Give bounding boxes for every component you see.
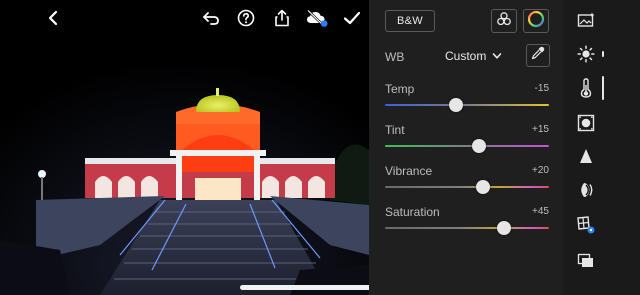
- slider-tint[interactable]: Tint +15: [385, 123, 549, 157]
- slider-vibrance-track[interactable]: [385, 186, 549, 188]
- chevron-down-icon: [492, 49, 502, 63]
- bw-button[interactable]: B&W: [385, 10, 435, 32]
- back-icon[interactable]: [41, 6, 65, 30]
- share-icon[interactable]: [270, 6, 294, 30]
- slider-vibrance-label: Vibrance: [385, 164, 433, 178]
- versions-icon[interactable]: [572, 248, 600, 274]
- slider-tint-thumb[interactable]: [472, 139, 487, 153]
- slider-vibrance-thumb[interactable]: [476, 180, 491, 194]
- home-indicator: [240, 285, 369, 290]
- slider-saturation-label: Saturation: [385, 205, 440, 219]
- color-grading-button[interactable]: [523, 9, 549, 33]
- slider-saturation-thumb[interactable]: [496, 221, 511, 235]
- color-icon[interactable]: [572, 75, 600, 101]
- geometry-icon[interactable]: [572, 212, 600, 238]
- wb-eyedropper-button[interactable]: [526, 44, 550, 67]
- wb-label: WB: [385, 50, 405, 64]
- color-mix-button[interactable]: [491, 9, 517, 33]
- tool-rail: [563, 0, 640, 295]
- detail-icon[interactable]: [572, 143, 600, 169]
- slider-saturation-value: +45: [532, 206, 549, 217]
- slider-saturation-track[interactable]: [385, 227, 549, 229]
- slider-tint-value: +15: [532, 124, 549, 135]
- photo-canvas[interactable]: [0, 0, 369, 295]
- color-wheel-icon: [527, 10, 545, 33]
- light-icon[interactable]: [572, 41, 600, 67]
- color-panel: B&W WB Custom Temp -15 Tint +15 Vibrance…: [369, 0, 563, 295]
- checkmark-icon[interactable]: [340, 6, 364, 30]
- slider-temp-value: -15: [534, 83, 549, 94]
- wb-dropdown[interactable]: Custom: [445, 49, 502, 63]
- undo-icon[interactable]: [199, 6, 223, 30]
- wb-value: Custom: [445, 49, 487, 63]
- slider-tint-label: Tint: [385, 123, 405, 137]
- slider-saturation[interactable]: Saturation +45: [385, 205, 549, 239]
- auto-enhance-icon[interactable]: [572, 7, 600, 33]
- slider-temp[interactable]: Temp -15: [385, 82, 549, 116]
- slider-vibrance-value: +20: [532, 165, 549, 176]
- color-mix-icon: [496, 11, 512, 32]
- slider-temp-label: Temp: [385, 82, 415, 96]
- effects-icon[interactable]: [572, 110, 600, 136]
- color-active-indicator: [602, 76, 604, 100]
- help-icon[interactable]: [234, 6, 258, 30]
- slider-temp-track[interactable]: [385, 104, 549, 106]
- light-edited-indicator: [602, 51, 604, 57]
- photo-image: [0, 0, 369, 295]
- slider-vibrance[interactable]: Vibrance +20: [385, 164, 549, 198]
- optics-icon[interactable]: [572, 177, 600, 203]
- slider-temp-thumb[interactable]: [448, 98, 463, 112]
- eyedropper-icon: [531, 46, 545, 65]
- cloud-sync-icon[interactable]: [305, 6, 329, 30]
- slider-tint-track[interactable]: [385, 145, 549, 147]
